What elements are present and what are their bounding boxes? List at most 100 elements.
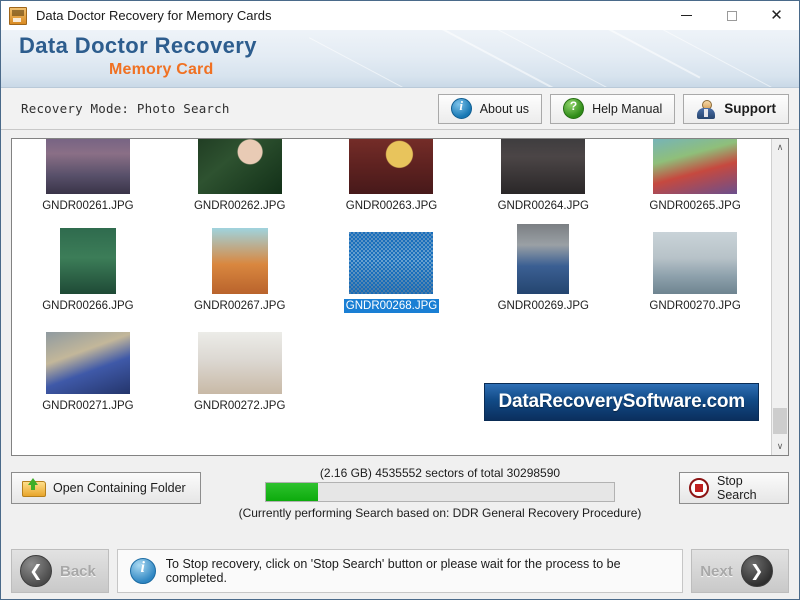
- thumbnail-filename: GNDR00271.JPG: [42, 399, 133, 413]
- thumbnail-image[interactable]: [198, 139, 282, 194]
- thumbnail-image[interactable]: [212, 228, 268, 294]
- thumbnail-filename: GNDR00268.JPG: [344, 299, 439, 313]
- window-title: Data Doctor Recovery for Memory Cards: [36, 8, 272, 23]
- thumbnail-filename: GNDR00262.JPG: [194, 199, 285, 213]
- thumbnail-image[interactable]: [60, 228, 116, 294]
- main-content: GNDR00261.JPG GNDR00262.JPG GNDR00263.JPG G…: [1, 130, 799, 543]
- chevron-right-icon: ❯: [741, 555, 773, 587]
- status-message: To Stop recovery, click on 'Stop Search'…: [166, 557, 670, 585]
- thumbnail-image[interactable]: [517, 224, 569, 294]
- open-folder-label: Open Containing Folder: [53, 481, 186, 495]
- close-button[interactable]: ✕: [754, 1, 799, 30]
- thumbnail-image[interactable]: [653, 232, 737, 294]
- thumbnail-image[interactable]: [349, 139, 433, 194]
- thumbnail-item[interactable]: GNDR00270.JPG: [619, 217, 771, 317]
- watermark-text: DataRecoverySoftware.com: [498, 391, 745, 412]
- brand-subtitle: Memory Card: [109, 61, 213, 79]
- thumbnail-filename: GNDR00263.JPG: [346, 199, 437, 213]
- minimize-icon: [681, 15, 692, 16]
- next-label: Next: [700, 563, 733, 580]
- decorative-streak: [408, 30, 673, 88]
- help-manual-button[interactable]: Help Manual: [550, 94, 675, 124]
- thumbnail-item[interactable]: GNDR00267.JPG: [164, 217, 316, 317]
- scrollbar-track[interactable]: [772, 156, 788, 438]
- thumbnail-filename: GNDR00272.JPG: [194, 399, 285, 413]
- thumbnail-filename: GNDR00264.JPG: [498, 199, 589, 213]
- thumbnail-filename: GNDR00267.JPG: [194, 299, 285, 313]
- thumbnail-item[interactable]: GNDR00263.JPG: [316, 139, 468, 217]
- scrollbar-thumb[interactable]: [773, 408, 787, 434]
- thumbnail-item[interactable]: GNDR00265.JPG: [619, 139, 771, 217]
- info-icon: [130, 558, 156, 584]
- decorative-streak: [615, 30, 799, 88]
- thumbnail-item[interactable]: GNDR00261.JPG: [12, 139, 164, 217]
- thumbnail-item[interactable]: GNDR00272.JPG: [164, 317, 316, 417]
- thumbnail-image[interactable]: [46, 332, 130, 394]
- toolbar-buttons: About us Help Manual Support: [438, 94, 789, 124]
- footer-bar: ❮ Back To Stop recovery, click on 'Stop …: [1, 543, 799, 599]
- watermark-banner: DataRecoverySoftware.com: [484, 383, 759, 421]
- back-label: Back: [60, 563, 96, 580]
- progress-area: (2.16 GB) 4535552 sectors of total 30298…: [211, 466, 669, 520]
- memory-card-icon: [9, 7, 27, 25]
- about-us-button[interactable]: About us: [438, 94, 542, 124]
- status-message-box: To Stop recovery, click on 'Stop Search'…: [117, 549, 683, 593]
- back-button[interactable]: ❮ Back: [11, 549, 109, 593]
- support-label: Support: [724, 101, 776, 116]
- thumbnail-item[interactable]: GNDR00266.JPG: [12, 217, 164, 317]
- chevron-left-icon: ❮: [20, 555, 52, 587]
- recovery-mode-label: Recovery Mode: Photo Search: [21, 101, 230, 116]
- question-mark-icon: [563, 98, 584, 119]
- sector-count-label: (2.16 GB) 4535552 sectors of total 30298…: [320, 466, 560, 480]
- status-row: Open Containing Folder (2.16 GB) 4535552…: [11, 456, 789, 520]
- thumbnail-item[interactable]: GNDR00268.JPG: [316, 217, 468, 317]
- thumbnail-item[interactable]: GNDR00264.JPG: [467, 139, 619, 217]
- thumbnail-item[interactable]: GNDR00269.JPG: [467, 217, 619, 317]
- thumbnail-grid: GNDR00261.JPG GNDR00262.JPG GNDR00263.JPG G…: [12, 139, 771, 417]
- stop-search-label: Stop Search: [717, 474, 779, 502]
- brand-header: Data Doctor Recovery Memory Card: [1, 30, 799, 88]
- thumbnail-viewport[interactable]: GNDR00261.JPG GNDR00262.JPG GNDR00263.JPG G…: [12, 139, 771, 455]
- scroll-up-button[interactable]: ∧: [772, 139, 788, 156]
- brand-title: Data Doctor Recovery: [19, 33, 257, 59]
- thumbnail-filename: GNDR00265.JPG: [649, 199, 740, 213]
- open-containing-folder-button[interactable]: Open Containing Folder: [11, 472, 201, 504]
- thumbnail-filename: GNDR00270.JPG: [649, 299, 740, 313]
- about-us-label: About us: [480, 102, 529, 116]
- vertical-scrollbar[interactable]: ∧ ∨: [771, 139, 788, 455]
- help-manual-label: Help Manual: [592, 102, 662, 116]
- decorative-streak: [346, 30, 577, 88]
- decorative-streak: [309, 37, 433, 88]
- minimize-button[interactable]: [664, 1, 709, 30]
- support-button[interactable]: Support: [683, 94, 789, 124]
- folder-up-arrow-icon: [22, 479, 44, 497]
- thumbnail-item[interactable]: GNDR00271.JPG: [12, 317, 164, 417]
- maximize-icon: [727, 11, 737, 21]
- stop-search-button[interactable]: Stop Search: [679, 472, 789, 504]
- close-icon: ✕: [770, 8, 783, 23]
- thumbnail-image[interactable]: [349, 232, 433, 294]
- thumbnail-panel: GNDR00261.JPG GNDR00262.JPG GNDR00263.JPG G…: [11, 138, 789, 456]
- thumbnail-filename: GNDR00261.JPG: [42, 199, 133, 213]
- thumbnail-filename: GNDR00266.JPG: [42, 299, 133, 313]
- thumbnail-filename: GNDR00269.JPG: [498, 299, 589, 313]
- title-bar: Data Doctor Recovery for Memory Cards ✕: [1, 1, 799, 30]
- support-person-icon: [696, 99, 716, 119]
- progress-bar-fill: [266, 483, 318, 501]
- thumbnail-image[interactable]: [501, 139, 585, 194]
- thumbnail-image[interactable]: [198, 332, 282, 394]
- info-icon: [451, 98, 472, 119]
- thumbnail-image[interactable]: [46, 139, 130, 194]
- thumbnail-image[interactable]: [653, 139, 737, 194]
- thumbnail-item[interactable]: GNDR00262.JPG: [164, 139, 316, 217]
- decorative-streak: [532, 30, 701, 78]
- application-window: Data Doctor Recovery for Memory Cards ✕ …: [0, 0, 800, 600]
- progress-bar: [265, 482, 615, 502]
- window-controls: ✕: [664, 1, 799, 30]
- next-button[interactable]: Next ❯: [691, 549, 789, 593]
- procedure-label: (Currently performing Search based on: D…: [239, 506, 642, 520]
- stop-square-icon: [689, 478, 709, 498]
- toolbar: Recovery Mode: Photo Search About us Hel…: [1, 88, 799, 130]
- scroll-down-button[interactable]: ∨: [772, 438, 788, 455]
- maximize-button[interactable]: [709, 1, 754, 30]
